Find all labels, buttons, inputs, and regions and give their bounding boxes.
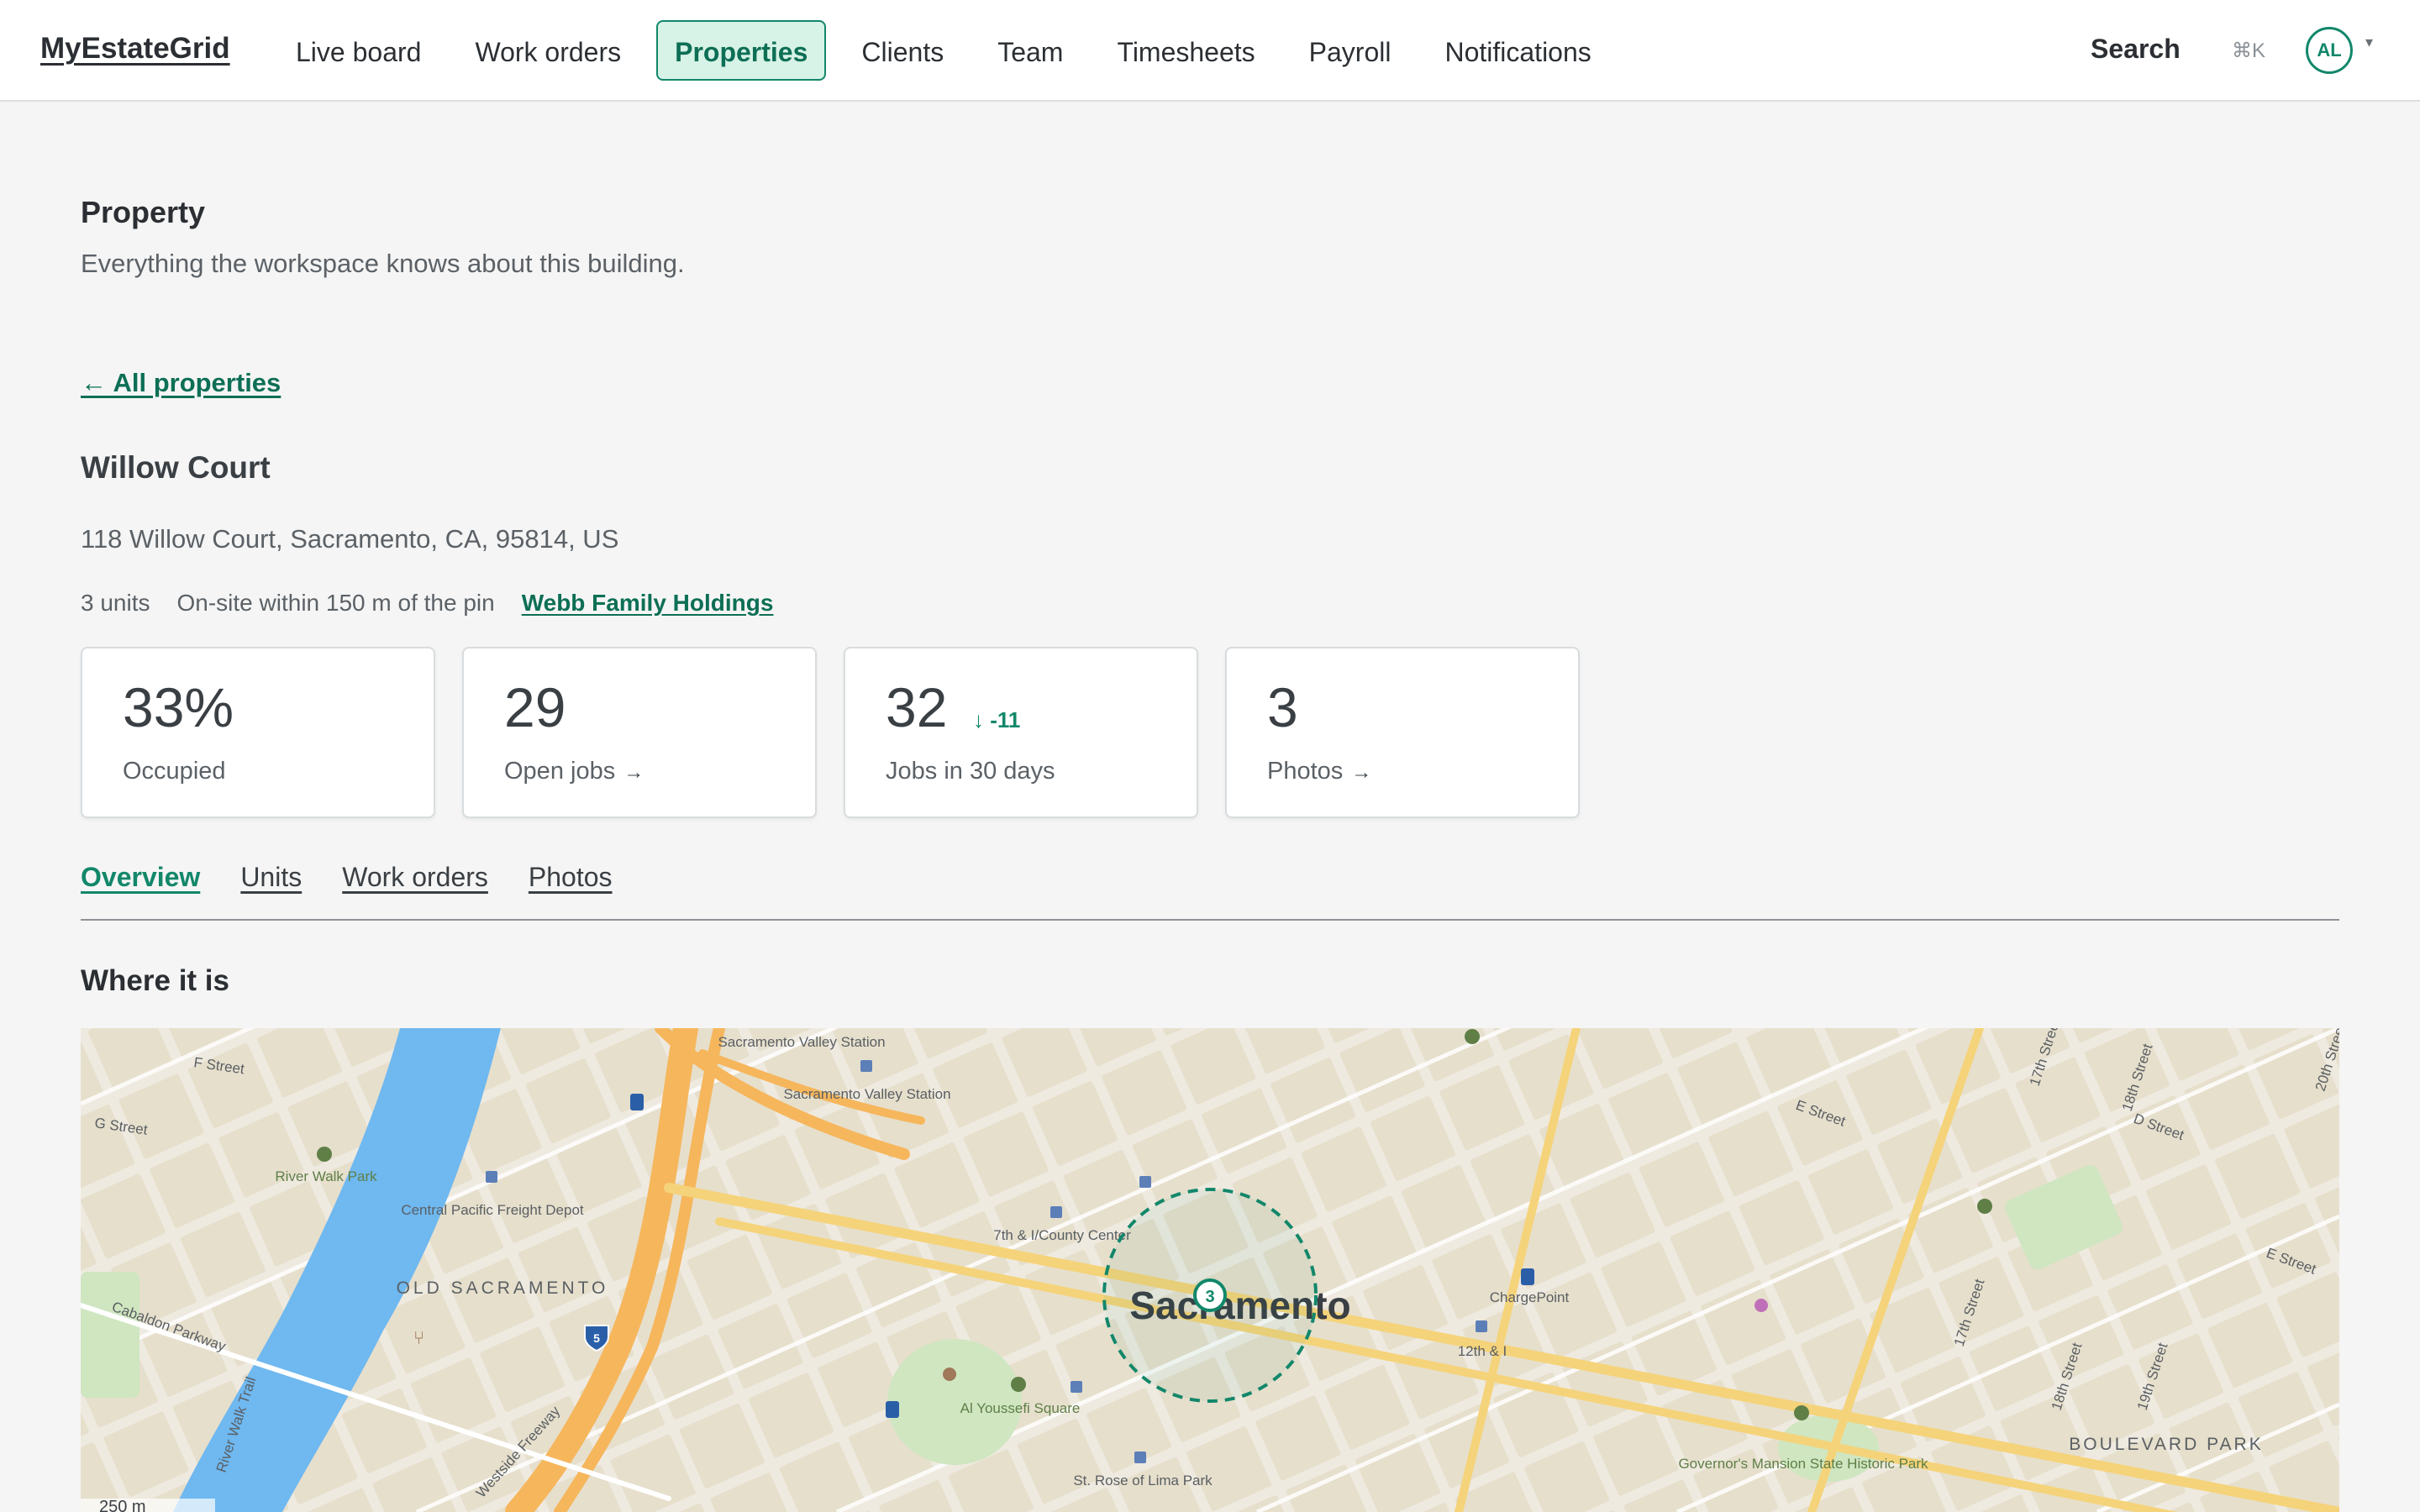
transit-stop-icon (486, 1171, 497, 1183)
property-address: 118 Willow Court, Sacramento, CA, 95814,… (81, 524, 619, 554)
stat-value: 32 (886, 676, 948, 738)
nav-item-properties[interactable]: Properties (656, 20, 827, 81)
page-subtitle: Everything the workspace knows about thi… (81, 249, 685, 278)
place-label: Sacramento Valley Station (783, 1086, 950, 1102)
search-button[interactable]: Search (2091, 34, 2181, 65)
property-pin[interactable]: 3 (1193, 1278, 1227, 1312)
main-nav: Live board Work orders Properties Client… (277, 20, 1627, 81)
stat-card-open-jobs[interactable]: 29 Open jobs → (462, 647, 817, 818)
nav-item-payroll[interactable]: Payroll (1291, 20, 1410, 81)
stat-card-occupied: 33% Occupied (81, 647, 435, 818)
svg-text:250 m: 250 m (99, 1498, 146, 1512)
transit-stop-icon (1050, 1206, 1062, 1218)
property-meta: 3 units On-site within 150 m of the pin … (81, 590, 800, 617)
park-tree-icon (1465, 1029, 1480, 1044)
stat-delta-badge: ↓ -11 (973, 707, 1021, 732)
brand-logo[interactable]: MyEstateGrid (40, 32, 230, 66)
stat-label: Jobs in 30 days (886, 758, 1055, 785)
stat-label: Open jobs → (504, 758, 644, 785)
arrow-right-icon: → (1351, 761, 1372, 784)
tab-overview[interactable]: Overview (81, 862, 200, 919)
place-label: St. Rose of Lima Park (1073, 1473, 1213, 1488)
transit-stop-icon (1134, 1452, 1146, 1463)
onsite-rule: On-site within 150 m of the pin (176, 590, 495, 616)
section-title-location: Where it is (81, 964, 229, 997)
food-icon (943, 1368, 956, 1381)
place-label: 12th & I (1458, 1343, 1507, 1359)
property-tabs: Overview Units Work orders Photos (81, 862, 2339, 921)
district-label: BOULEVARD PARK (2069, 1435, 2263, 1454)
owner-link[interactable]: Webb Family Holdings (522, 590, 774, 617)
user-avatar[interactable]: AL (2306, 27, 2353, 74)
transit-stop-icon (1071, 1381, 1082, 1393)
place-label: Central Pacific Freight Depot (401, 1202, 584, 1218)
transit-stop-icon (860, 1060, 872, 1072)
tab-work-orders[interactable]: Work orders (342, 862, 488, 919)
tab-units[interactable]: Units (240, 862, 302, 919)
stat-value: 3 (1267, 676, 1298, 738)
map-scale: 250 m (81, 1498, 215, 1512)
property-map[interactable]: Sacramento Valley Station Sacramento Val… (81, 1028, 2339, 1512)
district-label: OLD SACRAMENTO (397, 1278, 609, 1298)
fuel-station-icon (1521, 1268, 1534, 1285)
fuel-station-icon (630, 1094, 644, 1110)
map-canvas[interactable]: Sacramento Valley Station Sacramento Val… (81, 1028, 2339, 1512)
nav-item-clients[interactable]: Clients (843, 20, 962, 81)
stat-value: 33% (123, 676, 234, 738)
stat-value: 29 (504, 676, 566, 738)
place-label: Sacramento Valley Station (718, 1034, 885, 1050)
stat-card-jobs-30-days: 32 ↓ -11 Jobs in 30 days (844, 647, 1198, 818)
search-shortcut-hint: ⌘K (2232, 39, 2266, 62)
park-tree-icon (1794, 1405, 1809, 1420)
units-count: 3 units (81, 590, 150, 616)
back-to-properties-link[interactable]: ← All properties (81, 368, 281, 398)
nav-item-notifications[interactable]: Notifications (1426, 20, 1609, 81)
top-navigation: MyEstateGrid Live board Work orders Prop… (0, 0, 2420, 102)
restaurant-icon: ⑂ (413, 1327, 424, 1348)
transit-stop-icon (1139, 1176, 1151, 1188)
place-label: Governor's Mansion State Historic Park (1678, 1456, 1928, 1472)
chevron-down-icon[interactable]: ▾ (2365, 34, 2373, 51)
theater-icon (1754, 1299, 1768, 1312)
stat-label: Photos → (1267, 758, 1372, 785)
nav-item-live-board[interactable]: Live board (277, 20, 439, 81)
page-title: Property (81, 195, 206, 229)
park-tree-icon (1011, 1377, 1026, 1392)
transit-stop-icon (1476, 1320, 1487, 1332)
park-tree-icon (1977, 1199, 1992, 1214)
stat-cards: 33% Occupied 29 Open jobs → 32 ↓ -11 Jobs… (81, 647, 1607, 818)
tab-photos[interactable]: Photos (529, 862, 613, 919)
stat-label: Occupied (123, 758, 226, 785)
place-label: River Walk Park (275, 1168, 377, 1184)
place-label: ChargePoint (1490, 1289, 1570, 1305)
fuel-station-icon (886, 1401, 899, 1418)
arrow-right-icon: → (623, 761, 644, 784)
property-name: Willow Court (81, 450, 271, 485)
park-tree-icon (317, 1147, 332, 1162)
svg-text:5: 5 (593, 1331, 600, 1345)
nav-item-timesheets[interactable]: Timesheets (1098, 20, 1273, 81)
nav-item-work-orders[interactable]: Work orders (456, 20, 639, 81)
stat-card-photos[interactable]: 3 Photos → (1225, 647, 1580, 818)
place-label: Al Youssefi Square (960, 1400, 1081, 1416)
svg-text:3: 3 (1205, 1288, 1214, 1306)
nav-item-team[interactable]: Team (979, 20, 1081, 81)
place-label: 7th & I/County Center (993, 1227, 1131, 1243)
